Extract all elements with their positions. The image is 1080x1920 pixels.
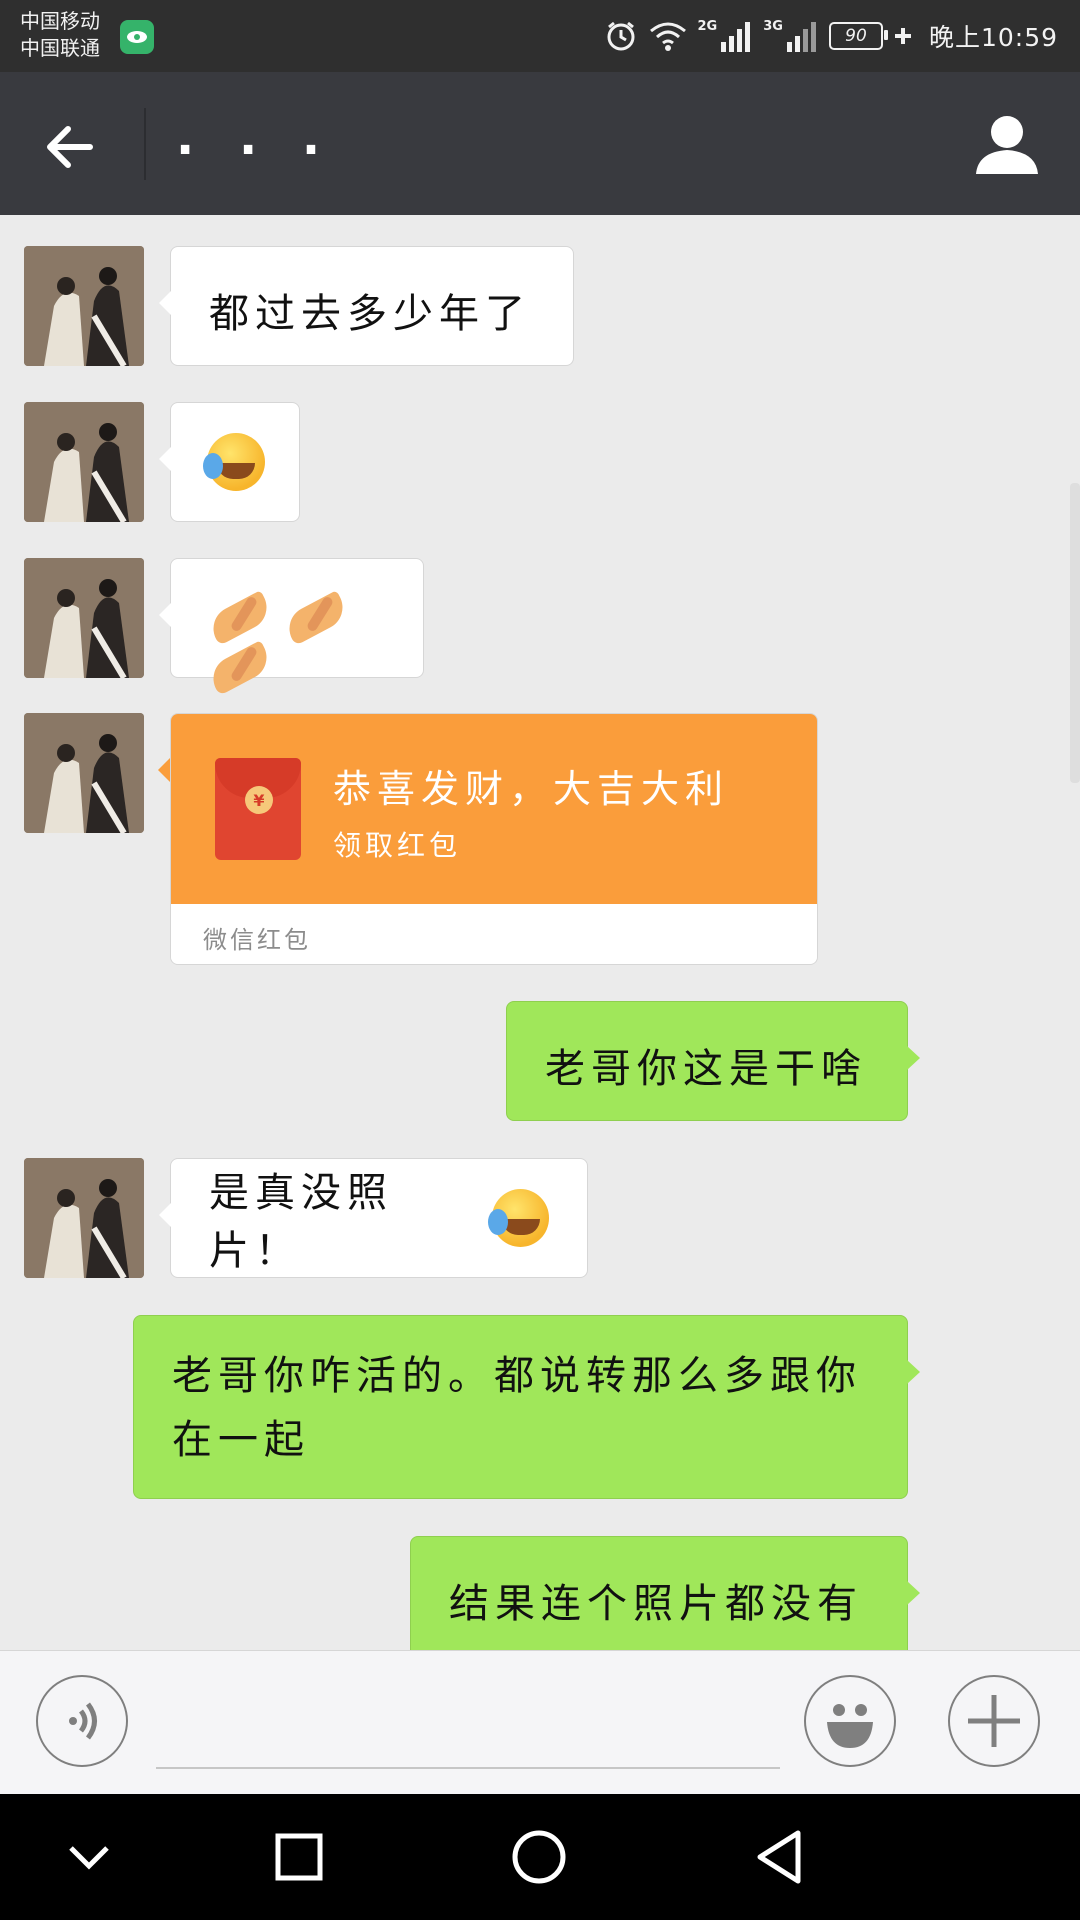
home-button[interactable]	[506, 1824, 572, 1890]
red-packet-label: 微信红包	[203, 926, 311, 954]
message-text: 结果连个照片都没有	[449, 1581, 863, 1627]
pinched-hands-icon	[209, 643, 269, 693]
message-bubble-incoming[interactable]: 都过去多少年了	[159, 246, 574, 366]
system-navigation-bar	[0, 1794, 1080, 1920]
input-bar	[0, 1650, 1080, 1795]
network-type-1: 2G	[697, 18, 718, 34]
message-bubble-outgoing[interactable]: 老哥你咋活的。都说转那么多跟你 在一起	[133, 1315, 920, 1499]
status-bar: 中国移动 中国联通 2G 3G 90 晚上10:59	[0, 0, 1080, 72]
back-nav-button[interactable]	[746, 1824, 812, 1890]
message-bubble-outgoing[interactable]: 老哥你这是干啥	[506, 1001, 920, 1121]
header-divider	[144, 108, 146, 180]
carrier-labels: 中国移动 中国联通	[20, 8, 100, 62]
red-packet-body: ¥ 恭喜发财，大吉大利 领取红包	[171, 714, 817, 904]
message-text: 都过去多少年了	[209, 291, 531, 337]
back-button[interactable]	[38, 112, 108, 182]
back-arrow-icon	[47, 126, 93, 168]
red-packet-footer: 微信红包	[171, 904, 817, 964]
alarm-icon	[607, 21, 635, 51]
message-bubble-incoming[interactable]	[159, 558, 424, 678]
face-with-tears-icon	[487, 1189, 549, 1247]
message-list[interactable]: 都过去多少年了 ¥ 恭喜发财，大吉大利 领取红包 微信红包 老哥你这是干啥 是真…	[0, 215, 1080, 1650]
red-packet-message[interactable]: ¥ 恭喜发财，大吉大利 领取红包 微信红包	[170, 713, 818, 965]
more-options-button[interactable]	[948, 1675, 1040, 1767]
chevron-down-icon	[69, 1846, 109, 1870]
contact-avatar[interactable]	[24, 402, 144, 522]
red-envelope-icon: ¥	[215, 758, 301, 860]
message-bubble-incoming[interactable]: 是真没照片！	[159, 1158, 588, 1278]
red-packet-pointer	[158, 758, 170, 782]
signal-icon	[721, 22, 751, 52]
message-text: 是真没照片！	[209, 1170, 393, 1274]
pinched-hands-icon	[209, 593, 269, 643]
wifi-icon	[649, 22, 686, 51]
notification-app-icon	[120, 20, 154, 54]
person-icon	[976, 116, 1038, 174]
red-packet-title: 恭喜发财，大吉大利	[333, 767, 730, 811]
network-type-2: 3G	[763, 18, 783, 34]
pinched-hands-icon	[285, 593, 345, 643]
message-text-line-2: 在一起	[172, 1417, 310, 1463]
triangle-back-icon	[757, 1830, 801, 1884]
chat-info-button[interactable]	[970, 108, 1044, 182]
clock: 晚上10:59	[928, 23, 1058, 52]
smiley-icon	[827, 1704, 873, 1748]
message-bubble-incoming[interactable]	[159, 402, 300, 522]
square-icon	[275, 1833, 323, 1881]
yuan-coin-icon: ¥	[245, 786, 273, 814]
contact-avatar[interactable]	[24, 246, 144, 366]
plus-icon	[968, 1695, 1020, 1747]
message-bubble-outgoing[interactable]: 结果连个照片都没有	[410, 1536, 920, 1650]
chat-header: . . .	[0, 72, 1080, 215]
carrier-1: 中国移动	[20, 9, 100, 33]
hide-keyboard-button[interactable]	[56, 1824, 122, 1890]
carrier-2: 中国联通	[20, 36, 100, 60]
status-indicators: 2G 3G 90 晚上10:59	[604, 0, 1058, 72]
voice-icon	[69, 1702, 97, 1740]
recents-button[interactable]	[266, 1824, 332, 1890]
chat-title: . . .	[176, 110, 335, 166]
signal-icon-2	[786, 22, 816, 52]
contact-avatar[interactable]	[24, 1158, 144, 1278]
face-with-tears-icon	[203, 433, 265, 491]
contact-avatar[interactable]	[24, 558, 144, 678]
red-packet-action: 领取红包	[333, 829, 462, 862]
voice-input-button[interactable]	[36, 1675, 128, 1767]
charging-plus-icon	[894, 28, 911, 44]
message-text: 老哥你这是干啥	[545, 1046, 867, 1092]
battery-indicator: 90	[828, 22, 888, 50]
scrollbar[interactable]	[1070, 483, 1080, 783]
circle-icon	[512, 1830, 566, 1884]
emoji-button[interactable]	[804, 1675, 896, 1767]
message-input[interactable]	[156, 1767, 780, 1769]
message-text-line-1: 老哥你咋活的。都说转那么多跟你	[172, 1353, 862, 1399]
contact-avatar[interactable]	[24, 713, 144, 833]
